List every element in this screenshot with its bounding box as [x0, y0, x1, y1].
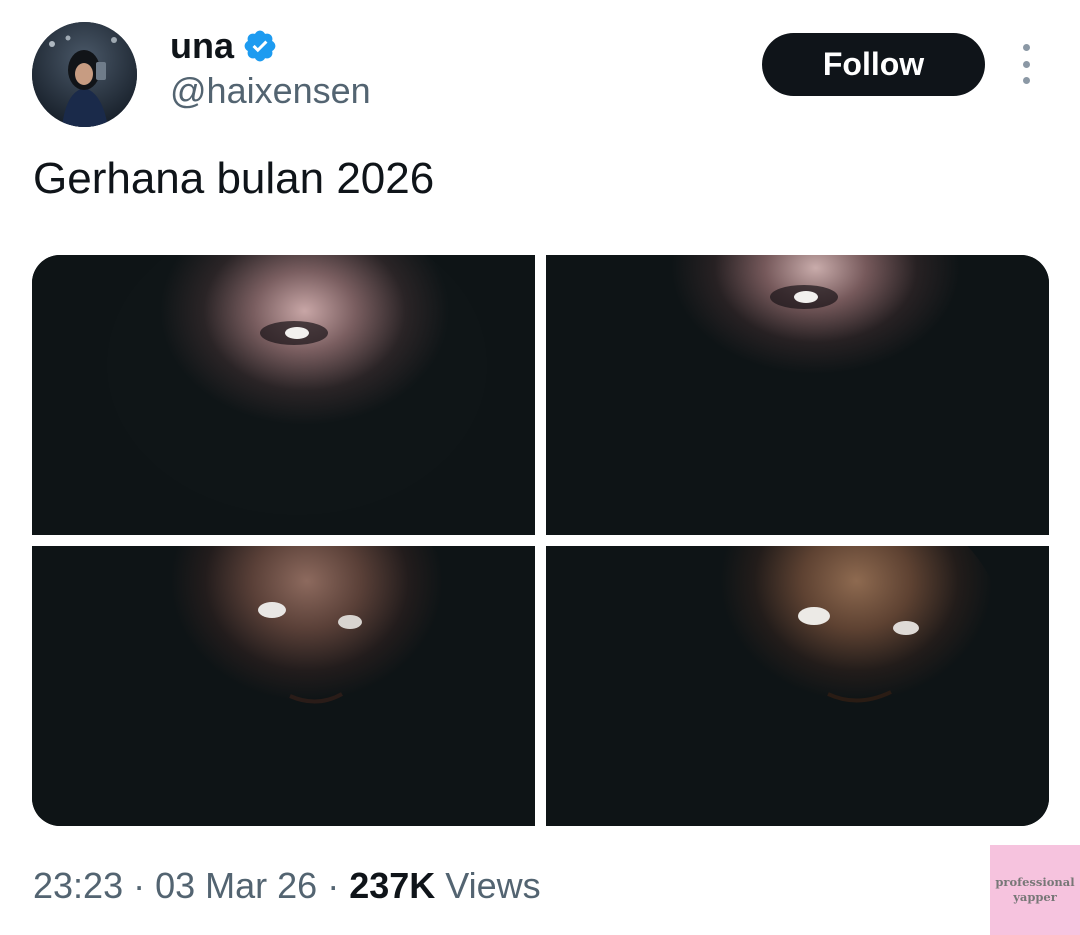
more-dot — [1022, 44, 1030, 51]
tweet-time[interactable]: 23:23 — [33, 865, 123, 906]
avatar[interactable] — [32, 22, 137, 127]
tweet-text: Gerhana bulan 2026 — [33, 154, 435, 203]
views-count[interactable]: 237K — [349, 865, 435, 906]
follow-button[interactable]: Follow — [762, 33, 985, 96]
meta-separator: · — [327, 865, 340, 906]
watermark-line-1: professional — [995, 875, 1075, 889]
views-label[interactable]: Views — [445, 865, 540, 906]
media-photo-1[interactable] — [32, 255, 535, 535]
tweet-meta: 23:23 · 03 Mar 26 · 237K Views — [33, 864, 541, 908]
media-photo-4[interactable] — [546, 546, 1049, 826]
media-photo-3[interactable] — [32, 546, 535, 826]
meta-separator: · — [133, 865, 146, 906]
watermark-line-2: yapper — [1013, 890, 1057, 904]
watermark: professional yapper — [990, 845, 1080, 935]
media-grid — [32, 255, 1049, 826]
display-name[interactable]: una — [170, 24, 234, 68]
avatar-image — [32, 22, 137, 127]
verified-badge-icon — [242, 28, 278, 64]
more-dot — [1022, 77, 1030, 84]
more-vertical-icon[interactable] — [1010, 44, 1042, 84]
tweet-date[interactable]: 03 Mar 26 — [155, 865, 317, 906]
author-name-row[interactable]: una — [170, 24, 278, 68]
more-dot — [1022, 60, 1030, 68]
media-photo-2[interactable] — [546, 255, 1049, 535]
author-handle[interactable]: @haixensen — [170, 70, 371, 112]
